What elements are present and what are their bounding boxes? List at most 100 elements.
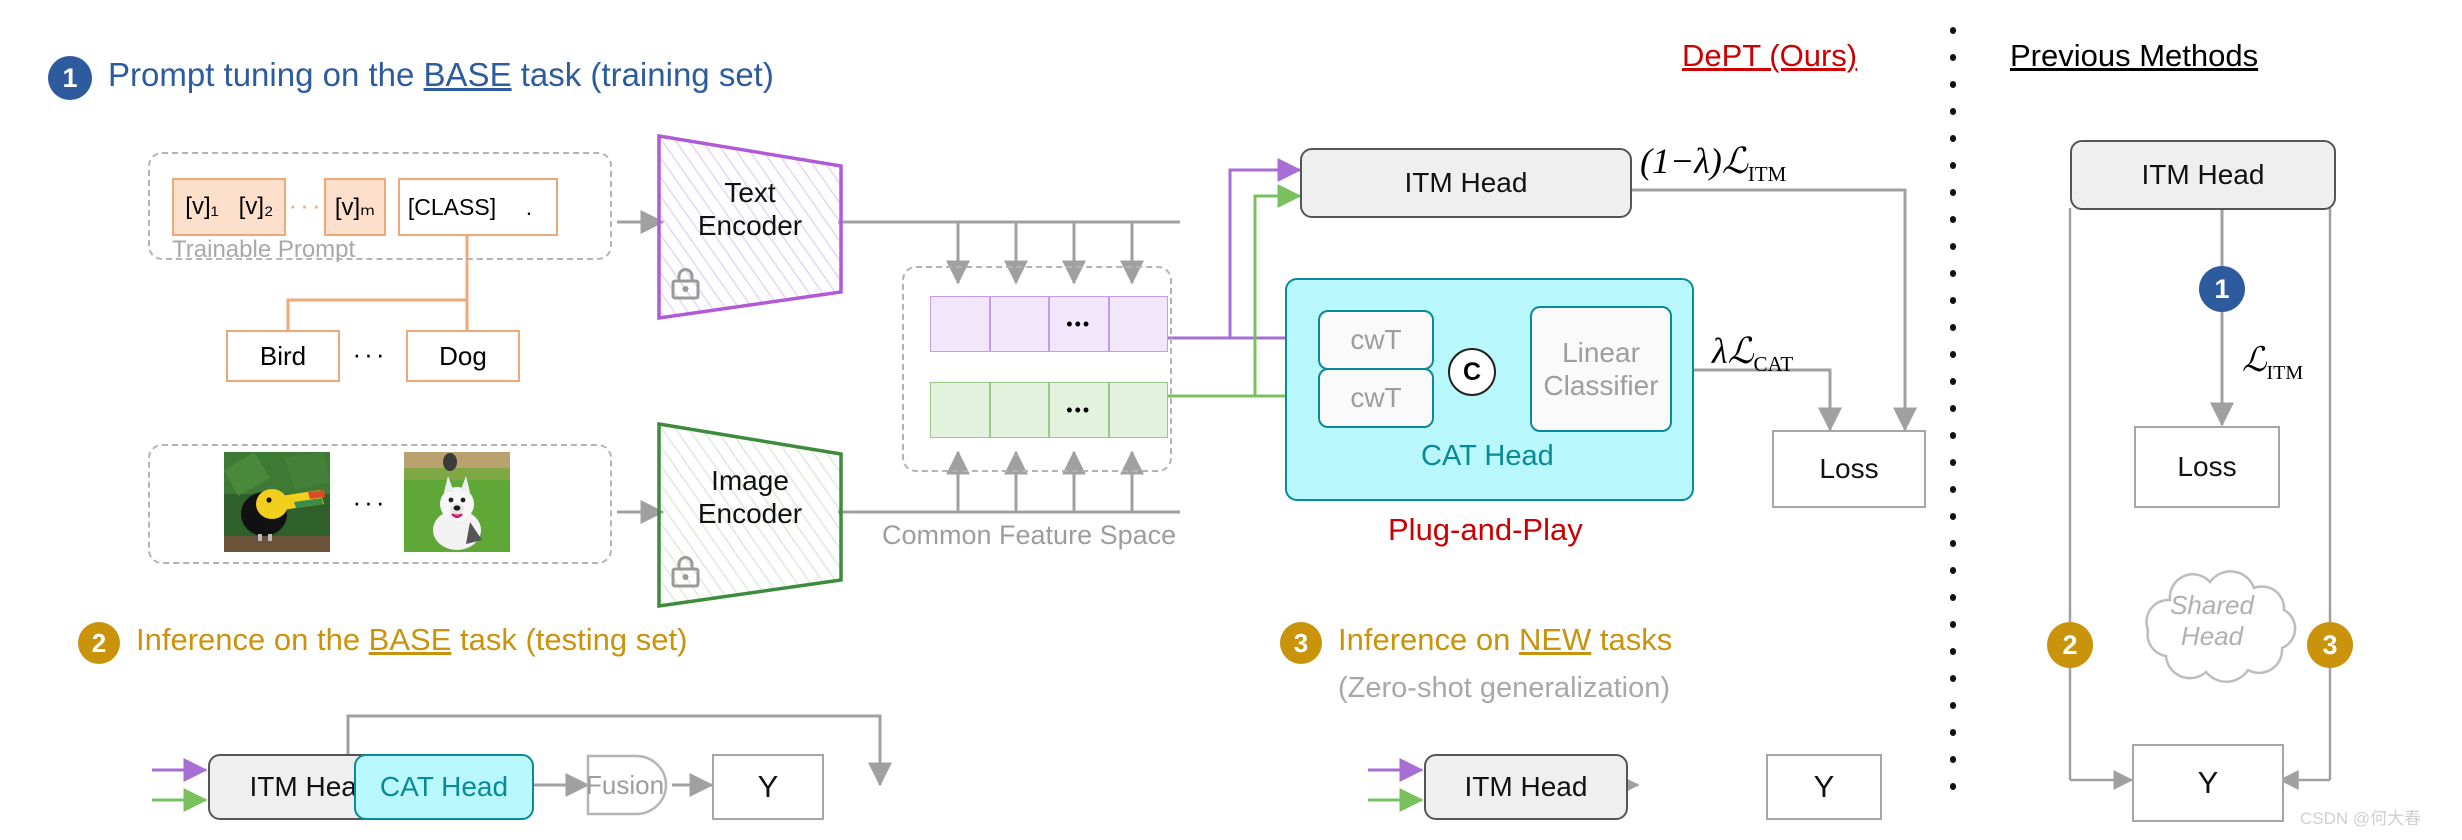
cat-head-inference-base[interactable]: CAT Head	[354, 754, 534, 820]
class-ellipsis-label: ···	[352, 338, 388, 369]
image-feature-cell	[930, 382, 990, 438]
step-3-number: 3	[1293, 627, 1309, 658]
class-box-bird[interactable]: Bird	[226, 330, 340, 382]
prompt-token-ellipsis: ···	[288, 178, 324, 232]
step-1-title-emphasis: BASE	[423, 56, 512, 93]
itm-head-previous[interactable]: ITM Head	[2070, 140, 2336, 210]
previous-loss-subscript: ITM	[2266, 361, 2304, 384]
class-box-bird-label: Bird	[259, 340, 307, 371]
concat-symbol-label: C	[1462, 357, 1482, 386]
prompt-token-1[interactable]: [v]₁	[172, 178, 232, 236]
output-y-new: Y	[1766, 754, 1882, 820]
prompt-class-token[interactable]: [CLASS]	[398, 178, 506, 236]
prompt-ellipsis-label: ···	[288, 189, 324, 220]
step-2-badge: 2	[78, 622, 120, 664]
trainable-prompt-caption: Trainable Prompt	[172, 236, 355, 264]
text-feature-cell-ellipsis: •••	[1049, 296, 1109, 352]
itm-head-inference-new[interactable]: ITM Head	[1424, 754, 1628, 820]
sample-image-husky	[404, 452, 510, 552]
cat-head-title: CAT Head	[1421, 440, 1554, 473]
plug-and-play-text: Plug-and-Play	[1388, 512, 1583, 547]
prompt-period-token[interactable]: .	[502, 178, 558, 236]
linear-classifier-line2: Classifier	[1543, 370, 1659, 401]
output-y-base: Y	[712, 754, 824, 820]
class-box-dog[interactable]: Dog	[406, 330, 520, 382]
linear-classifier[interactable]: Linear Classifier	[1530, 306, 1672, 432]
linear-classifier-line1: Linear	[1562, 336, 1640, 368]
cwt-bottom[interactable]: cwT	[1318, 368, 1434, 428]
lock-icon	[671, 556, 700, 588]
image-feature-cell	[989, 382, 1049, 438]
text-encoder-line1: Text	[724, 177, 776, 208]
step-2-title: Inference on the BASE task (testing set)	[136, 622, 687, 658]
dept-ours-title: DePT (Ours)	[1682, 38, 1857, 74]
loss-box-previous-label: Loss	[2177, 451, 2237, 482]
loss-box-main-label: Loss	[1819, 453, 1879, 484]
step-3-title-emphasis: NEW	[1518, 622, 1592, 657]
prompt-token-m[interactable]: [v]ₘ	[324, 178, 386, 236]
shared-head-cloud: Shared Head	[2114, 556, 2310, 690]
loss-itm-prefix: (1−λ)	[1640, 141, 1722, 181]
connector-lines	[152, 27, 2332, 812]
text-encoder-line2: Encoder	[697, 210, 803, 242]
shared-head-line1: Shared	[2170, 590, 2254, 620]
cat-head-title-text: CAT Head	[1421, 440, 1554, 472]
image-feature-ellipsis-label: •••	[1066, 399, 1092, 420]
step-1-title: Prompt tuning on the BASE task (training…	[108, 56, 774, 94]
step-3-badge: 3	[1280, 622, 1322, 664]
text-feature-ellipsis-label: •••	[1066, 313, 1092, 334]
step-2-title-emphasis: BASE	[368, 622, 452, 657]
output-y-previous: Y	[2132, 744, 2284, 822]
output-y-previous-label: Y	[2197, 765, 2219, 800]
image-encoder-label: Image Encoder	[655, 464, 845, 530]
concat-node: C	[1448, 348, 1496, 396]
image-feature-cell	[1108, 382, 1168, 438]
fusion-node: Fusion	[586, 754, 674, 816]
cwt-bottom-label: cwT	[1350, 382, 1402, 413]
class-ellipsis: ···	[340, 330, 400, 378]
watermark-text: CSDN @何大春	[2300, 809, 2422, 828]
previous-step-1-badge: 1	[2199, 266, 2245, 312]
step-2-number: 2	[91, 627, 107, 658]
image-ellipsis: ···	[340, 452, 400, 552]
cwt-top[interactable]: cwT	[1318, 310, 1434, 370]
prompt-token-1-label: [v]₁	[185, 193, 219, 220]
previous-step-1-number: 1	[2214, 273, 2230, 304]
cwt-top-label: cwT	[1350, 324, 1402, 355]
itm-head-main-label: ITM Head	[1404, 167, 1528, 198]
step-3-subtitle-text: (Zero-shot generalization)	[1338, 672, 1671, 704]
output-y-base-label: Y	[757, 769, 779, 804]
image-feature-row: •••	[930, 382, 1168, 438]
loss-box-previous: Loss	[2134, 426, 2280, 508]
text-feature-cell	[1108, 296, 1168, 352]
text-encoder[interactable]: Text Encoder	[655, 132, 845, 322]
itm-head-main[interactable]: ITM Head	[1300, 148, 1632, 218]
lock-icon	[671, 268, 700, 300]
image-encoder-line1: Image	[711, 465, 789, 496]
loss-box-main: Loss	[1772, 430, 1926, 508]
step-3-title-pre: Inference on	[1338, 622, 1519, 657]
watermark: CSDN @何大春	[2300, 804, 2421, 829]
previous-step-2-number: 2	[2062, 629, 2078, 660]
step-1-title-post: task (training set)	[511, 56, 774, 93]
step-1-badge: 1	[48, 56, 92, 100]
output-y-new-label: Y	[1813, 769, 1835, 804]
prompt-token-2[interactable]: [v]₂	[228, 178, 286, 236]
step-3-subtitle: (Zero-shot generalization)	[1338, 672, 1670, 705]
loss-cat-script: ℒ	[1727, 331, 1754, 371]
image-encoder[interactable]: Image Encoder	[655, 420, 845, 610]
dept-ours-title-text: DePT (Ours)	[1682, 38, 1858, 73]
itm-head-previous-label: ITM Head	[2141, 159, 2265, 190]
previous-methods-title-text: Previous Methods	[2010, 38, 2259, 73]
text-feature-cell	[930, 296, 990, 352]
trainable-prompt-caption-text: Trainable Prompt	[172, 236, 356, 263]
step-1-number: 1	[62, 62, 78, 93]
text-feature-cell	[989, 296, 1049, 352]
itm-head-inference-new-label: ITM Head	[1464, 771, 1588, 802]
sample-image-toucan	[224, 452, 330, 552]
image-encoder-line2: Encoder	[697, 498, 803, 530]
step-3-title-post: tasks	[1591, 622, 1673, 657]
loss-cat-formula: λℒCAT	[1712, 330, 1793, 377]
step-2-title-pre: Inference on the	[136, 622, 369, 657]
text-feature-row: •••	[930, 296, 1168, 352]
